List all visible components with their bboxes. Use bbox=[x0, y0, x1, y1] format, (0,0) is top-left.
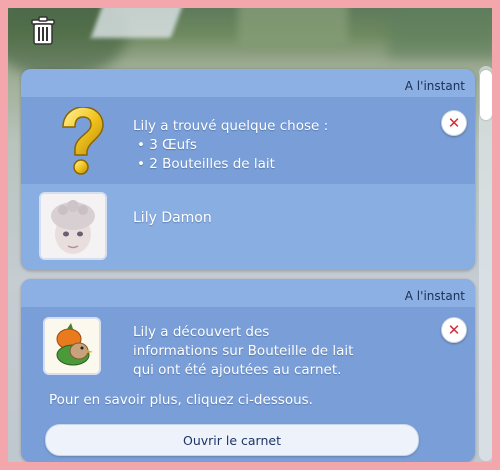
bird-pumpkin-icon bbox=[45, 319, 99, 373]
timestamp: A l'instant bbox=[404, 79, 465, 93]
more-info-text: Pour en savoir plus, cliquez ci-dessous. bbox=[49, 392, 313, 408]
trash-icon bbox=[31, 16, 55, 45]
sim-avatar-image bbox=[41, 194, 105, 258]
list-item: 2 Bouteilles de lait bbox=[133, 155, 328, 174]
notification-message: Lily a découvert des informations sur Bo… bbox=[133, 323, 353, 380]
question-mark-icon bbox=[62, 107, 104, 175]
background-foliage bbox=[388, 8, 492, 58]
message-line: qui ont été ajoutées au carnet. bbox=[133, 362, 342, 378]
background-foliage bbox=[238, 8, 348, 45]
close-icon: ✕ bbox=[447, 320, 461, 339]
message-heading: Lily a trouvé quelque chose : bbox=[133, 118, 329, 134]
notification-card: A l'instant Lily a trouvé quelque chose … bbox=[21, 69, 475, 270]
close-button[interactable]: ✕ bbox=[441, 110, 467, 136]
sim-portrait[interactable] bbox=[39, 192, 107, 260]
open-notebook-button[interactable]: Ouvrir le carnet bbox=[45, 424, 419, 456]
list-item: 3 Œufs bbox=[133, 136, 328, 155]
close-button[interactable]: ✕ bbox=[441, 317, 467, 343]
message-line: informations sur Bouteille de lait bbox=[133, 343, 354, 359]
scrollbar-thumb[interactable] bbox=[480, 70, 492, 120]
message-line: Lily a découvert des bbox=[133, 324, 270, 340]
game-screen: A l'instant Lily a trouvé quelque chose … bbox=[8, 8, 492, 462]
close-icon: ✕ bbox=[447, 113, 461, 132]
background-sign bbox=[90, 8, 186, 38]
sim-name: Lily Damon bbox=[133, 210, 212, 226]
collectible-icon bbox=[43, 317, 101, 375]
sim-row: Lily Damon bbox=[21, 184, 475, 270]
notification-message: Lily a trouvé quelque chose : 3 Œufs 2 B… bbox=[133, 117, 328, 174]
trash-button[interactable] bbox=[26, 14, 60, 48]
timestamp: A l'instant bbox=[404, 289, 465, 303]
scrollbar[interactable] bbox=[479, 66, 492, 461]
notification-card: A l'instant Lily a découvert des informa… bbox=[21, 279, 475, 462]
